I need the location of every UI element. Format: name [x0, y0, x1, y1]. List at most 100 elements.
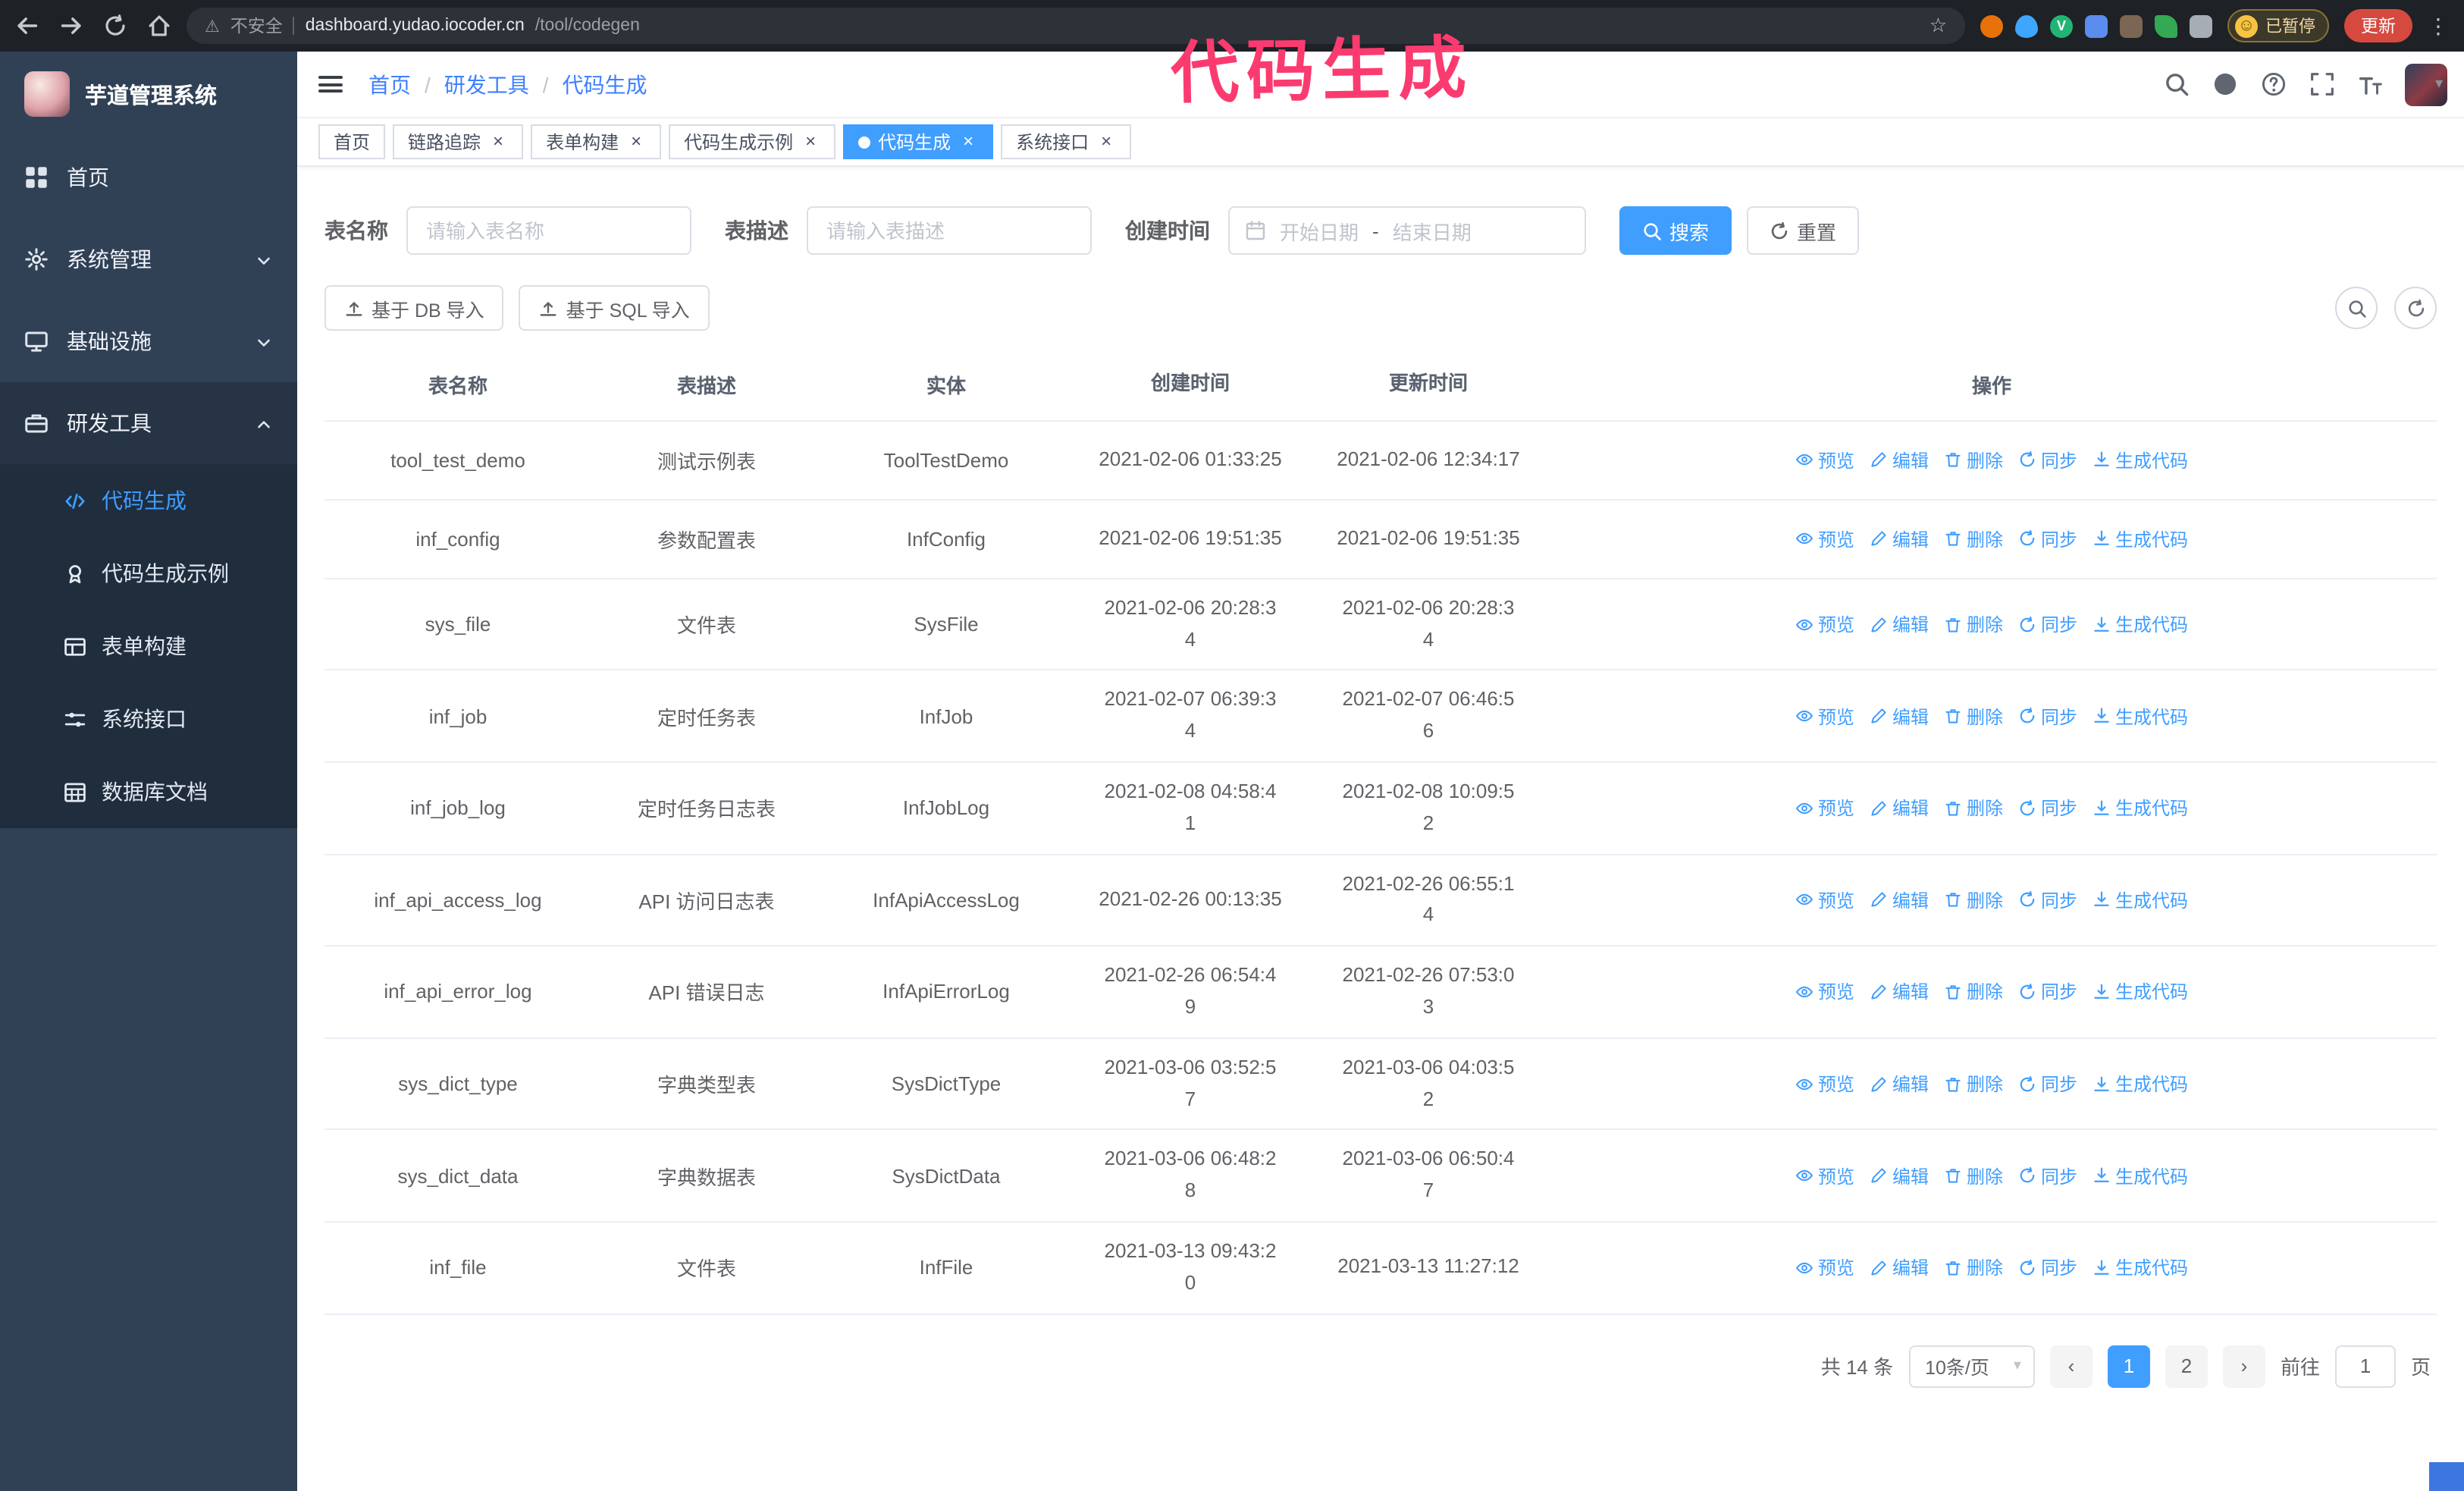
goto-page-input[interactable] — [2334, 1345, 2396, 1388]
generate-code-link[interactable]: 生成代码 — [2093, 1255, 2188, 1281]
import-sql-button[interactable]: 基于 SQL 导入 — [519, 285, 710, 331]
sync-link[interactable]: 同步 — [2018, 979, 2077, 1005]
preview-link[interactable]: 预览 — [1795, 796, 1854, 821]
edit-link[interactable]: 编辑 — [1870, 526, 1929, 552]
edit-link[interactable]: 编辑 — [1870, 703, 1929, 729]
sync-link[interactable]: 同步 — [2018, 1071, 2077, 1097]
tag-close-icon[interactable]: × — [1096, 132, 1116, 152]
delete-link[interactable]: 删除 — [1944, 447, 2003, 473]
tag-close-icon[interactable]: × — [488, 132, 508, 152]
sidebar-subitem[interactable]: 数据库文档 — [0, 755, 297, 828]
preview-link[interactable]: 预览 — [1795, 611, 1854, 637]
update-button[interactable]: 更新 — [2344, 9, 2412, 42]
sync-link[interactable]: 同步 — [2018, 1163, 2077, 1188]
delete-link[interactable]: 删除 — [1944, 703, 2003, 729]
sidebar-subitem[interactable]: 代码生成示例 — [0, 537, 297, 610]
tag-close-icon[interactable]: × — [958, 132, 978, 152]
vpn-icon[interactable]: V — [2050, 14, 2073, 37]
generate-code-link[interactable]: 生成代码 — [2093, 1071, 2188, 1097]
users-icon[interactable] — [2085, 14, 2108, 37]
delete-link[interactable]: 删除 — [1944, 526, 2003, 552]
forward-icon[interactable] — [59, 14, 83, 38]
next-page-button[interactable]: › — [2222, 1345, 2265, 1388]
tab-tag[interactable]: 系统接口 × — [1001, 124, 1132, 159]
page-size-select[interactable]: 10条/页 ▾ — [1908, 1345, 2035, 1388]
table-name-input[interactable] — [406, 206, 691, 255]
delete-link[interactable]: 删除 — [1944, 1163, 2003, 1188]
search-button[interactable]: 搜索 — [1619, 206, 1732, 255]
delete-link[interactable]: 删除 — [1944, 887, 2003, 913]
breadcrumb-item[interactable]: 代码生成 — [563, 69, 647, 99]
preview-link[interactable]: 预览 — [1795, 703, 1854, 729]
fox-icon[interactable] — [1980, 14, 2003, 37]
corner-widget[interactable] — [2429, 1462, 2464, 1491]
sidebar-subitem[interactable]: 表单构建 — [0, 610, 297, 683]
generate-code-link[interactable]: 生成代码 — [2093, 703, 2188, 729]
generate-code-link[interactable]: 生成代码 — [2093, 526, 2188, 552]
bookmark-star-icon[interactable]: ☆ — [1930, 14, 1947, 38]
fullscreen-icon[interactable] — [2309, 71, 2335, 97]
sidebar-subitem[interactable]: 代码生成 — [0, 464, 297, 537]
date-range-picker[interactable]: 开始日期 - 结束日期 — [1228, 206, 1586, 255]
tab-tag[interactable]: 首页 — [318, 124, 386, 159]
generate-code-link[interactable]: 生成代码 — [2093, 979, 2188, 1005]
table-desc-input[interactable] — [807, 206, 1092, 255]
tab-tag[interactable]: 表单构建 × — [531, 124, 662, 159]
preview-link[interactable]: 预览 — [1795, 447, 1854, 473]
generate-code-link[interactable]: 生成代码 — [2093, 447, 2188, 473]
delete-link[interactable]: 删除 — [1944, 1255, 2003, 1281]
leaf-icon[interactable] — [2155, 14, 2177, 37]
back-icon[interactable] — [15, 14, 39, 38]
home-icon[interactable] — [147, 14, 171, 38]
tag-close-icon[interactable]: × — [801, 132, 820, 152]
edit-link[interactable]: 编辑 — [1870, 979, 1929, 1005]
font-size-icon[interactable] — [2358, 71, 2384, 97]
preview-link[interactable]: 预览 — [1795, 1255, 1854, 1281]
tag-close-icon[interactable]: × — [626, 132, 646, 152]
paused-badge[interactable]: ☺ 已暂停 — [2227, 9, 2329, 42]
edit-link[interactable]: 编辑 — [1870, 611, 1929, 637]
edit-link[interactable]: 编辑 — [1870, 1071, 1929, 1097]
delete-link[interactable]: 删除 — [1944, 1071, 2003, 1097]
address-bar[interactable]: ⚠ 不安全 dashboard.yudao.iocoder.cn/tool/co… — [187, 8, 1965, 44]
sidebar-subitem[interactable]: 系统接口 — [0, 683, 297, 755]
preview-link[interactable]: 预览 — [1795, 526, 1854, 552]
hamburger-icon[interactable] — [318, 72, 344, 96]
user-menu-caret-icon[interactable]: ▾ — [2435, 76, 2443, 93]
sync-link[interactable]: 同步 — [2018, 887, 2077, 913]
sidebar-item[interactable]: 研发工具 — [0, 382, 297, 464]
generate-code-link[interactable]: 生成代码 — [2093, 887, 2188, 913]
tab-tag[interactable]: 代码生成 × — [843, 124, 994, 159]
edit-link[interactable]: 编辑 — [1870, 447, 1929, 473]
preview-link[interactable]: 预览 — [1795, 1071, 1854, 1097]
sync-link[interactable]: 同步 — [2018, 796, 2077, 821]
tab-tag[interactable]: 代码生成示例 × — [669, 124, 836, 159]
sidebar-item[interactable]: 系统管理 — [0, 218, 297, 300]
refresh-icon[interactable] — [103, 14, 127, 38]
screen-icon[interactable] — [2120, 14, 2143, 37]
delete-link[interactable]: 删除 — [1944, 796, 2003, 821]
generate-code-link[interactable]: 生成代码 — [2093, 796, 2188, 821]
prev-page-button[interactable]: ‹ — [2049, 1345, 2093, 1388]
preview-link[interactable]: 预览 — [1795, 887, 1854, 913]
help-icon[interactable] — [2261, 71, 2287, 97]
import-db-button[interactable]: 基于 DB 导入 — [324, 285, 504, 331]
breadcrumb-item[interactable]: 首页 — [368, 69, 411, 99]
sync-link[interactable]: 同步 — [2018, 1255, 2077, 1281]
search-icon[interactable] — [2164, 71, 2190, 97]
github-icon[interactable] — [2212, 71, 2238, 97]
page-button-2[interactable]: 2 — [2165, 1345, 2208, 1388]
droplet-icon[interactable] — [2015, 14, 2038, 37]
page-button-1[interactable]: 1 — [2107, 1345, 2150, 1388]
browser-menu-kebab-icon[interactable]: ⋮ — [2428, 13, 2449, 39]
sync-link[interactable]: 同步 — [2018, 611, 2077, 637]
preview-link[interactable]: 预览 — [1795, 1163, 1854, 1188]
sidebar-item[interactable]: 首页 — [0, 137, 297, 218]
delete-link[interactable]: 删除 — [1944, 611, 2003, 637]
sync-link[interactable]: 同步 — [2018, 703, 2077, 729]
puzzle-icon[interactable] — [2190, 14, 2212, 37]
delete-link[interactable]: 删除 — [1944, 979, 2003, 1005]
tab-tag[interactable]: 链路追踪 × — [393, 124, 524, 159]
sidebar-item[interactable]: 基础设施 — [0, 300, 297, 382]
edit-link[interactable]: 编辑 — [1870, 887, 1929, 913]
